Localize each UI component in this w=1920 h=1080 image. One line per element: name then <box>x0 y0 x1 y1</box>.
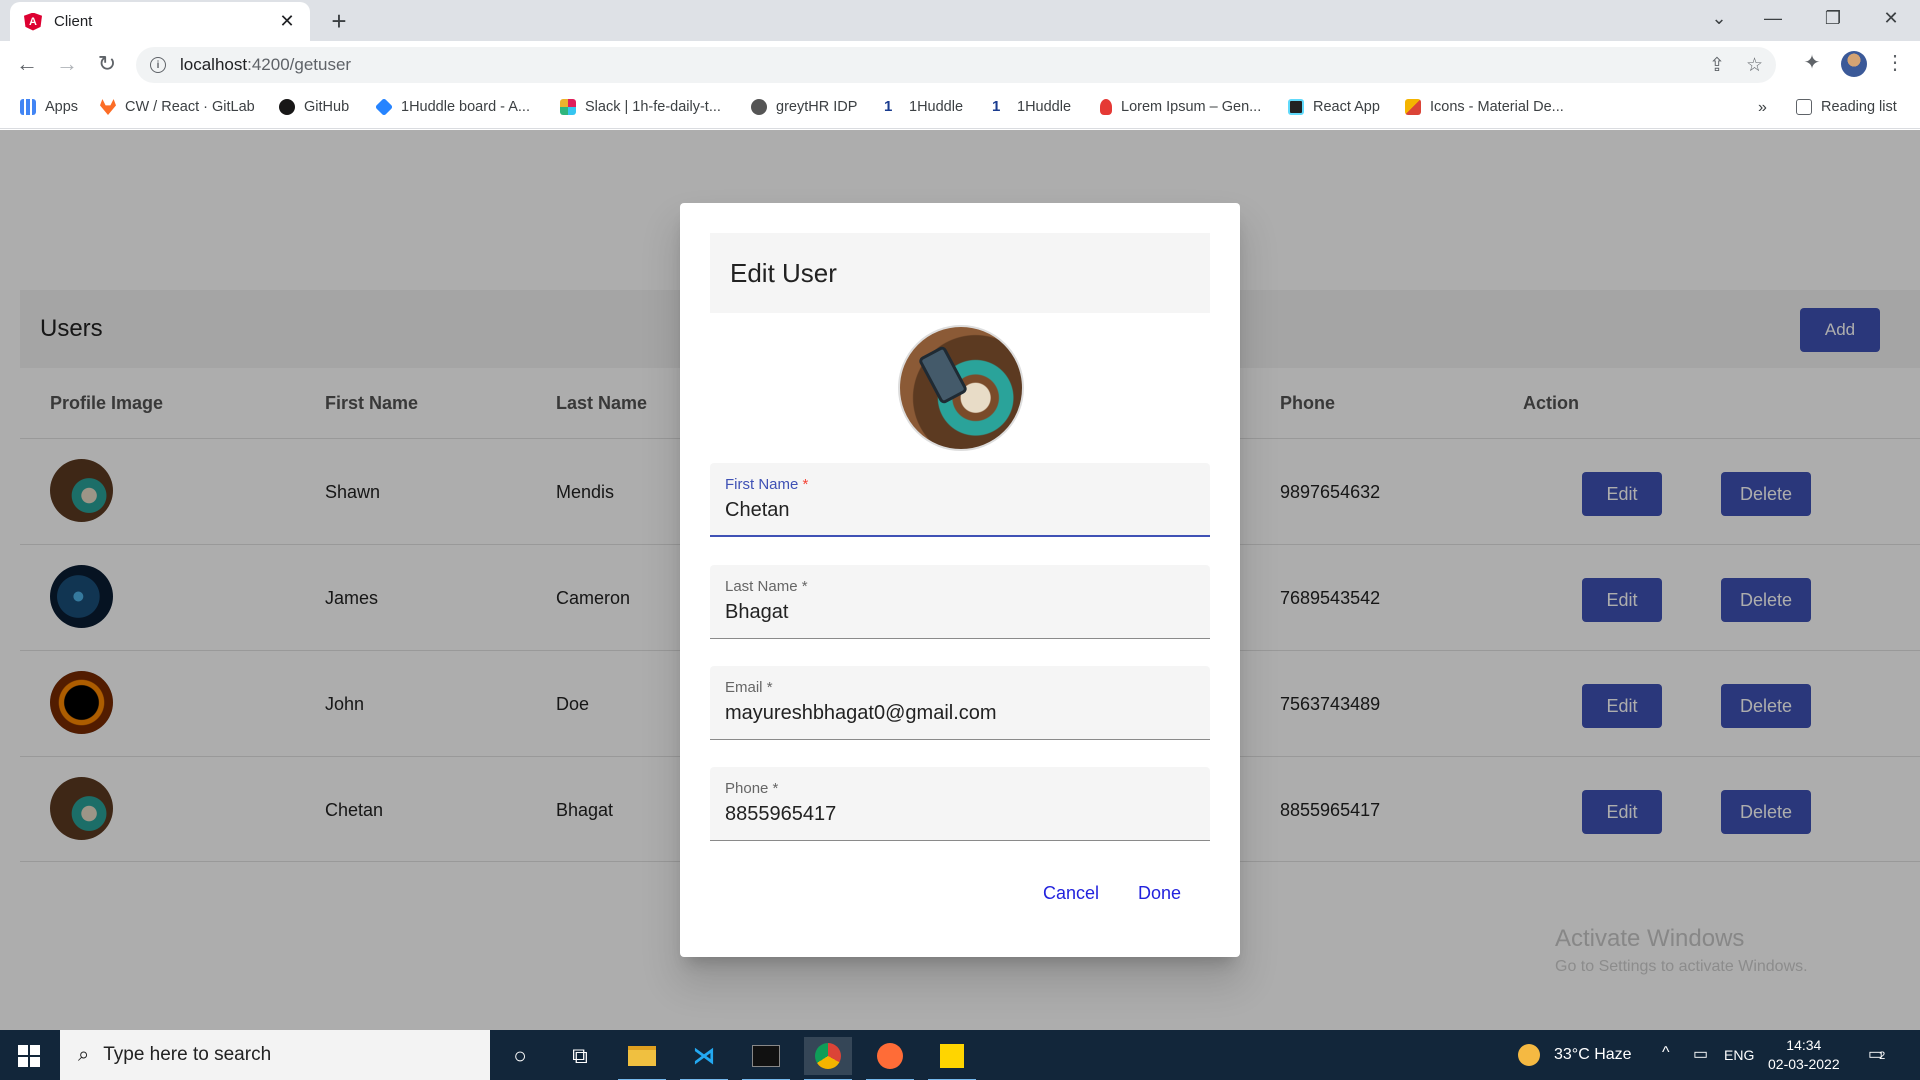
email-input[interactable] <box>725 702 1195 725</box>
slack-icon <box>560 99 576 115</box>
network-icon[interactable]: ▭ <box>1693 1044 1708 1064</box>
postman-icon[interactable] <box>866 1037 914 1080</box>
react-icon <box>1288 99 1304 115</box>
windows-taskbar: ⌕ Type here to search ○ ⧉ ⋊ 33°C Haze ^ … <box>0 1030 1920 1080</box>
new-tab-icon[interactable]: + <box>325 6 353 37</box>
apps-grid-icon <box>20 99 36 115</box>
bookmark-react-app[interactable]: React App <box>1288 99 1380 115</box>
last-name-label: Last Name * <box>725 578 808 595</box>
terminal-icon[interactable] <box>742 1037 790 1080</box>
profile-avatar[interactable] <box>1841 51 1867 77</box>
vscode-icon[interactable]: ⋊ <box>680 1037 728 1080</box>
email-label: Email * <box>725 679 773 696</box>
bookmark-star-icon[interactable]: ☆ <box>1746 54 1763 77</box>
material-icon <box>1405 99 1421 115</box>
cancel-button[interactable]: Cancel <box>1043 883 1099 904</box>
email-field[interactable]: Email * <box>710 666 1210 740</box>
huddle-icon: 1 <box>884 98 893 115</box>
chrome-taskbar-icon[interactable] <box>804 1037 852 1080</box>
bookmarks-bar: Apps CW / React · GitLab GitHub 1Huddle … <box>0 89 1920 129</box>
weather-icon[interactable] <box>1518 1044 1540 1071</box>
browser-toolbar: ← → ↻ i localhost:4200/getuser ⇪ ☆ ✦ ⋮ <box>0 41 1920 89</box>
sticky-notes-icon[interactable] <box>928 1037 976 1080</box>
phone-in-photo <box>917 345 969 405</box>
windows-start-icon[interactable] <box>18 1045 40 1067</box>
first-name-field[interactable]: First Name * <box>710 463 1210 537</box>
first-name-label: First Name * <box>725 476 809 493</box>
browser-tab[interactable]: A Client ✕ <box>10 2 310 41</box>
url-text: localhost:4200/getuser <box>180 55 352 74</box>
bookmark-gitlab[interactable]: CW / React · GitLab <box>100 99 255 115</box>
back-icon[interactable]: ← <box>12 51 42 77</box>
weather-text[interactable]: 33°C Haze <box>1554 1046 1632 1064</box>
taskbar-search-box[interactable]: ⌕ Type here to search <box>60 1030 490 1080</box>
phone-input[interactable] <box>725 803 1195 826</box>
huddle-icon: 1 <box>992 98 1001 115</box>
task-view-icon[interactable]: ⧉ <box>556 1037 604 1075</box>
bookmark-apps[interactable]: Apps <box>20 99 78 115</box>
bookmark-greythr[interactable]: greytHR IDP <box>751 99 857 115</box>
greythr-icon <box>751 99 767 115</box>
clock-time: 14:34 <box>1786 1037 1822 1053</box>
github-icon <box>279 99 295 115</box>
clock-date: 02-03-2022 <box>1768 1056 1840 1072</box>
cortana-icon[interactable]: ○ <box>496 1037 544 1075</box>
jira-icon <box>374 97 394 117</box>
reload-icon[interactable]: ↻ <box>92 51 122 77</box>
last-name-field[interactable]: Last Name * <box>710 565 1210 639</box>
notification-count: 2 <box>1879 1050 1886 1062</box>
profile-image-preview[interactable] <box>898 325 1024 451</box>
angular-favicon-icon: A <box>24 12 42 31</box>
reading-list[interactable]: Reading list <box>1796 99 1897 115</box>
extensions-icon[interactable]: ✦ <box>1797 50 1827 75</box>
taskbar-search-placeholder: Type here to search <box>103 1044 272 1065</box>
share-icon[interactable]: ⇪ <box>1709 54 1725 77</box>
taskbar-clock[interactable]: 14:34 02-03-2022 <box>1768 1036 1840 1074</box>
restore-icon[interactable]: ❐ <box>1818 8 1848 29</box>
bookmark-material-icons[interactable]: Icons - Material De... <box>1405 99 1564 115</box>
bookmark-github[interactable]: GitHub <box>279 99 349 115</box>
last-name-input[interactable] <box>725 601 1195 624</box>
notification-center-icon[interactable]: ▭2 <box>1868 1044 1885 1064</box>
bookmark-lorem-ipsum[interactable]: Lorem Ipsum – Gen... <box>1100 99 1261 115</box>
bookmark-slack[interactable]: Slack | 1h-fe-daily-t... <box>560 99 721 115</box>
bookmark-1huddle-2[interactable]: 1 1Huddle <box>992 98 1071 116</box>
browser-tab-strip: A Client ✕ + ⌄ — ❐ ✕ <box>0 0 1920 41</box>
phone-label: Phone * <box>725 780 779 797</box>
lorem-icon <box>1100 99 1112 115</box>
first-name-input[interactable] <box>725 499 1195 522</box>
gitlab-icon <box>100 99 116 115</box>
phone-field[interactable]: Phone * <box>710 767 1210 841</box>
site-info-icon[interactable]: i <box>150 57 166 73</box>
address-bar[interactable]: i localhost:4200/getuser ⇪ ☆ <box>136 47 1776 83</box>
dialog-title: Edit User <box>710 233 1210 313</box>
bookmark-jira[interactable]: 1Huddle board - A... <box>374 97 530 117</box>
language-indicator[interactable]: ENG <box>1724 1047 1754 1063</box>
reading-list-icon <box>1796 99 1812 115</box>
tray-chevron-icon[interactable]: ^ <box>1662 1044 1670 1062</box>
file-explorer-icon[interactable] <box>618 1037 666 1080</box>
forward-icon[interactable]: → <box>52 51 82 77</box>
close-window-icon[interactable]: ✕ <box>1876 8 1906 29</box>
search-icon: ⌕ <box>78 1043 90 1066</box>
tab-close-icon[interactable]: ✕ <box>278 11 296 32</box>
tab-title: Client <box>54 13 93 30</box>
bookmark-1huddle-1[interactable]: 1 1Huddle <box>884 98 963 116</box>
done-button[interactable]: Done <box>1138 883 1181 904</box>
tab-search-chevron-icon[interactable]: ⌄ <box>1704 8 1734 29</box>
minimize-icon[interactable]: — <box>1758 8 1788 29</box>
bookmarks-overflow-icon[interactable]: » <box>1758 99 1767 117</box>
chrome-menu-icon[interactable]: ⋮ <box>1880 50 1910 75</box>
edit-user-dialog: Edit User First Name * Last Name * Email… <box>680 203 1240 957</box>
